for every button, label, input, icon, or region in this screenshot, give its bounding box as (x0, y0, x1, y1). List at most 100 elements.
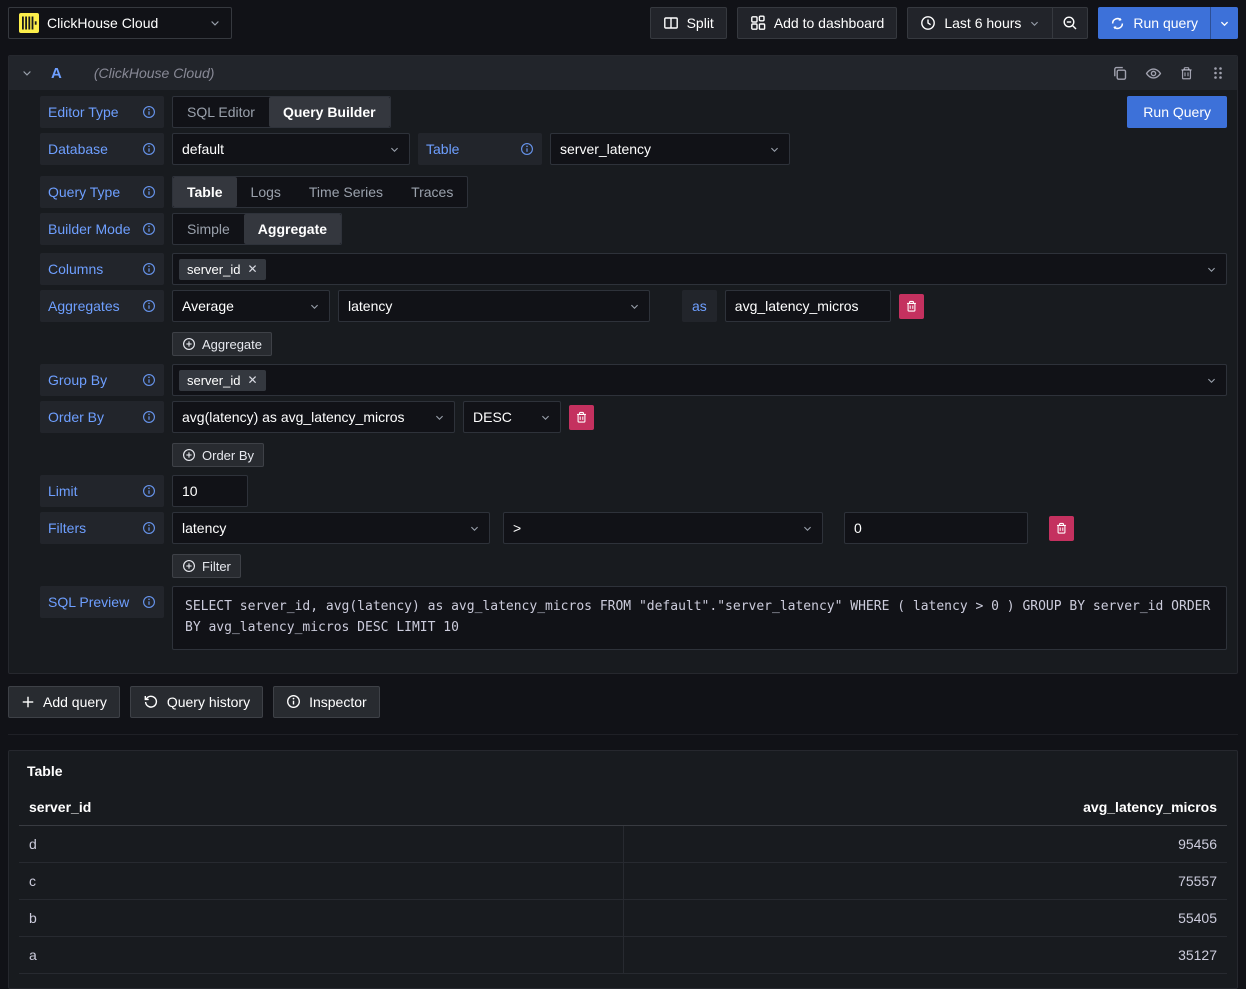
chevron-down-icon (1206, 264, 1217, 275)
info-icon[interactable] (142, 595, 156, 609)
database-table-row: Database default Table (40, 133, 1227, 165)
editor-type-row: Editor Type SQL Editor Query Builder Run… (40, 96, 1227, 128)
order-by-field-select[interactable]: avg(latency) as avg_latency_micros (172, 401, 455, 433)
filter-operator-select[interactable]: > (503, 512, 823, 544)
results-table: server_id avg_latency_micros d 95456 c 7… (19, 793, 1227, 974)
chevron-down-icon (1206, 375, 1217, 386)
filter-value-input[interactable] (844, 512, 1028, 544)
builder-mode-simple-option[interactable]: Simple (173, 214, 244, 244)
plus-icon (21, 695, 35, 709)
editor-run-query-button[interactable]: Run Query (1127, 96, 1227, 128)
query-history-button[interactable]: Query history (130, 686, 263, 718)
order-by-direction-select[interactable]: DESC (463, 401, 561, 433)
aggregate-alias-input[interactable] (725, 290, 891, 322)
query-type-label: Query Type (40, 176, 164, 208)
remove-order-by-button[interactable] (569, 405, 594, 430)
group-by-label: Group By (40, 364, 164, 396)
remove-aggregate-button[interactable] (899, 294, 924, 319)
time-range-button[interactable]: Last 6 hours (907, 7, 1053, 39)
inspector-button[interactable]: Inspector (273, 686, 380, 718)
duplicate-query-icon[interactable] (1112, 65, 1128, 81)
info-icon[interactable] (142, 222, 156, 236)
filter-column-select[interactable]: latency (172, 512, 490, 544)
limit-label: Limit (40, 475, 164, 507)
toolbar: ClickHouse Cloud Split Add to dashboard … (8, 7, 1238, 39)
info-circle-icon (286, 694, 301, 709)
add-filter-row: Filter (172, 554, 1227, 578)
delete-query-trash-icon[interactable] (1179, 66, 1194, 81)
remove-tag-icon[interactable]: ✕ (247, 373, 257, 387)
run-query-dropdown-button[interactable] (1210, 7, 1238, 39)
add-to-dashboard-button[interactable]: Add to dashboard (737, 7, 898, 39)
sql-preview-code: SELECT server_id, avg(latency) as avg_la… (172, 586, 1227, 650)
query-ref-id[interactable]: A (51, 65, 62, 82)
chevron-down-icon (540, 412, 551, 423)
info-icon[interactable] (142, 185, 156, 199)
table-cell-server-id: c (19, 863, 623, 900)
collapse-chevron-icon[interactable] (21, 67, 33, 79)
add-to-dashboard-label: Add to dashboard (774, 15, 885, 31)
query-row-header: A (ClickHouse Cloud) (9, 56, 1237, 90)
table-cell-server-id: a (19, 937, 623, 974)
group-by-row: Group By server_id ✕ (40, 364, 1227, 396)
group-by-multiselect[interactable]: server_id ✕ (172, 364, 1227, 396)
chevron-down-icon (629, 301, 640, 312)
add-filter-button[interactable]: Filter (172, 554, 241, 578)
filters-row: Filters latency > (40, 512, 1227, 544)
filters-label: Filters (40, 512, 164, 544)
group-by-tag: server_id ✕ (179, 370, 266, 391)
drag-handle-icon[interactable] (1211, 65, 1225, 81)
remove-filter-button[interactable] (1049, 516, 1074, 541)
aggregate-function-select[interactable]: Average (172, 290, 330, 322)
add-aggregate-row: Aggregate (172, 332, 1227, 356)
datasource-picker[interactable]: ClickHouse Cloud (8, 7, 232, 39)
split-icon (663, 15, 679, 31)
columns-multiselect[interactable]: server_id ✕ (172, 253, 1227, 285)
table-cell-avg-latency: 75557 (623, 863, 1227, 900)
split-label: Split (687, 15, 714, 31)
builder-mode-aggregate-option[interactable]: Aggregate (244, 214, 341, 244)
chevron-down-icon (209, 17, 221, 29)
info-icon[interactable] (142, 373, 156, 387)
query-builder-option[interactable]: Query Builder (269, 97, 390, 127)
add-query-button[interactable]: Add query (8, 686, 120, 718)
table-select[interactable]: server_latency (550, 133, 790, 165)
run-query-button[interactable]: Run query (1098, 7, 1210, 39)
query-datasource-hint: (ClickHouse Cloud) (94, 65, 215, 81)
info-icon[interactable] (142, 484, 156, 498)
column-header-server-id[interactable]: server_id (19, 793, 623, 826)
query-editor-section: A (ClickHouse Cloud) (8, 55, 1238, 735)
info-icon[interactable] (142, 521, 156, 535)
add-order-by-button[interactable]: Order By (172, 443, 264, 467)
query-row-actions (1112, 65, 1225, 82)
query-type-time-series-option[interactable]: Time Series (295, 177, 397, 207)
info-icon[interactable] (520, 142, 534, 156)
query-editor-body: Editor Type SQL Editor Query Builder Run… (9, 90, 1237, 673)
table-cell-server-id: b (19, 900, 623, 937)
chevron-down-icon (309, 301, 320, 312)
editor-footer: Add query Query history Inspector (8, 686, 1238, 718)
database-label: Database (40, 133, 164, 165)
remove-tag-icon[interactable]: ✕ (247, 262, 257, 276)
query-type-logs-option[interactable]: Logs (237, 177, 295, 207)
database-select[interactable]: default (172, 133, 410, 165)
add-order-by-row: Order By (172, 443, 1227, 467)
limit-input[interactable] (172, 475, 248, 507)
info-icon[interactable] (142, 410, 156, 424)
info-icon[interactable] (142, 105, 156, 119)
info-icon[interactable] (142, 299, 156, 313)
info-icon[interactable] (142, 262, 156, 276)
dashboard-grid-icon (750, 15, 766, 31)
aggregate-column-select[interactable]: latency (338, 290, 650, 322)
column-header-avg-latency[interactable]: avg_latency_micros (623, 793, 1227, 826)
columns-label: Columns (40, 253, 164, 285)
info-icon[interactable] (142, 142, 156, 156)
query-type-table-option[interactable]: Table (173, 177, 237, 207)
chevron-down-icon (1029, 18, 1040, 29)
zoom-out-button[interactable] (1053, 7, 1088, 39)
sql-editor-option[interactable]: SQL Editor (173, 97, 269, 127)
query-type-traces-option[interactable]: Traces (397, 177, 467, 207)
add-aggregate-button[interactable]: Aggregate (172, 332, 272, 356)
split-button[interactable]: Split (650, 7, 727, 39)
hide-query-eye-icon[interactable] (1145, 65, 1162, 82)
